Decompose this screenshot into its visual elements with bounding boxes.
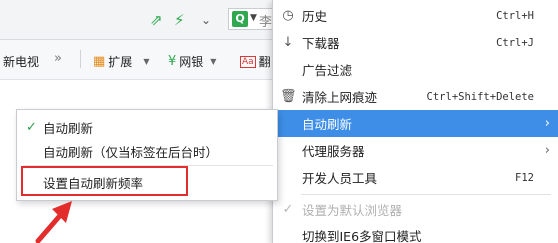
chevron-right-icon: › xyxy=(544,143,550,158)
annotation-arrow-icon xyxy=(35,201,72,243)
clock-icon: ◷ xyxy=(282,8,294,23)
caret-down-icon: ▼ xyxy=(210,57,217,66)
trash-icon: 🗑 xyxy=(280,89,297,104)
extensions-button[interactable]: ▦ 扩展 ▼ xyxy=(93,53,149,70)
menu-item-label: 自动刷新 xyxy=(302,117,353,132)
bookmark-tv[interactable]: 新电视 xyxy=(3,53,39,70)
menu-item-label: 清除上网痕迹 xyxy=(302,90,378,105)
extensions-label: 扩展 xyxy=(108,55,133,69)
menu-item-label: 历史 xyxy=(302,9,328,24)
menu-item-shortcut: Ctrl+J xyxy=(496,36,534,49)
caret-down-icon[interactable]: ▼ xyxy=(250,13,257,23)
lightning-icon[interactable]: ⚡ xyxy=(174,12,185,28)
translate-label: 翻 xyxy=(258,55,271,69)
menu-item-set-default: ✓ 设置为默认浏览器 xyxy=(273,196,558,223)
download-icon: ↓ xyxy=(282,35,294,50)
menu-item-dev-tools[interactable]: 开发人员工具 F12 xyxy=(273,164,558,191)
menu-divider xyxy=(301,194,551,195)
search-text: 李 xyxy=(259,15,273,30)
submenu-item-background-refresh[interactable]: 自动刷新（仅当标签在后台时） xyxy=(17,139,277,163)
chevron-right-icon: › xyxy=(544,116,550,131)
menu-item-shortcut: Ctrl+Shift+Delete xyxy=(426,90,534,103)
search-engine-icon[interactable]: Q xyxy=(232,11,248,27)
menu-item-downloader[interactable]: ↓ 下载器 Ctrl+J xyxy=(273,29,558,56)
menu-item-label: 切换到IE6多窗口模式 xyxy=(302,229,422,243)
caret-down-icon: ▼ xyxy=(143,57,150,66)
tools-menu: ◷ 历史 Ctrl+H ↓ 下载器 Ctrl+J 广告过滤 🗑 清除上网痕迹 C… xyxy=(272,0,558,243)
share-icon[interactable]: ⇗ xyxy=(150,12,163,28)
menu-item-label: 下载器 xyxy=(302,36,340,51)
menu-item-history[interactable]: ◷ 历史 Ctrl+H xyxy=(273,2,558,29)
menu-item-label: 开发人员工具 xyxy=(302,171,378,186)
menu-item-label: 广告过滤 xyxy=(302,63,353,78)
menu-item-proxy[interactable]: 代理服务器 › xyxy=(273,137,558,164)
menu-item-shortcut: F12 xyxy=(515,171,534,184)
menu-item-auto-refresh[interactable]: 自动刷新 › xyxy=(273,110,558,137)
search-input[interactable]: Q ▼ 李 xyxy=(228,8,278,30)
check-icon: ✓ xyxy=(26,119,37,135)
menu-item-ad-filter[interactable]: 广告过滤 xyxy=(273,56,558,83)
bank-button[interactable]: ¥ 网银 ▼ xyxy=(168,53,216,70)
menu-item-label: 代理服务器 xyxy=(302,144,365,159)
bookmark-tv-label: 新电视 xyxy=(3,55,40,69)
grid-icon: ▦ xyxy=(93,54,106,69)
translate-icon: Aa xyxy=(240,55,256,68)
more-bookmarks-label: » xyxy=(54,51,62,66)
check-icon: ✓ xyxy=(282,202,294,217)
submenu-item-label: 自动刷新 xyxy=(43,120,94,136)
menu-item-shortcut: Ctrl+H xyxy=(496,9,534,22)
bank-icon: ¥ xyxy=(168,54,177,69)
menu-item-label: 设置为默认浏览器 xyxy=(302,203,403,218)
menu-item-clear-traces[interactable]: 🗑 清除上网痕迹 Ctrl+Shift+Delete xyxy=(273,83,558,110)
chevron-down-icon[interactable]: ⌄ xyxy=(201,12,211,28)
annotation-highlight-box xyxy=(21,166,188,196)
bank-label: 网银 xyxy=(179,55,204,69)
submenu-item-label: 自动刷新（仅当标签在后台时） xyxy=(43,144,219,160)
menu-item-ie6-mode[interactable]: 切换到IE6多窗口模式 xyxy=(273,222,558,243)
bookmark-divider xyxy=(80,50,81,68)
submenu-item-auto-refresh[interactable]: ✓ 自动刷新 xyxy=(17,115,277,139)
more-bookmarks-button[interactable]: » xyxy=(54,51,62,66)
translate-button[interactable]: Aa 翻 xyxy=(240,53,271,70)
